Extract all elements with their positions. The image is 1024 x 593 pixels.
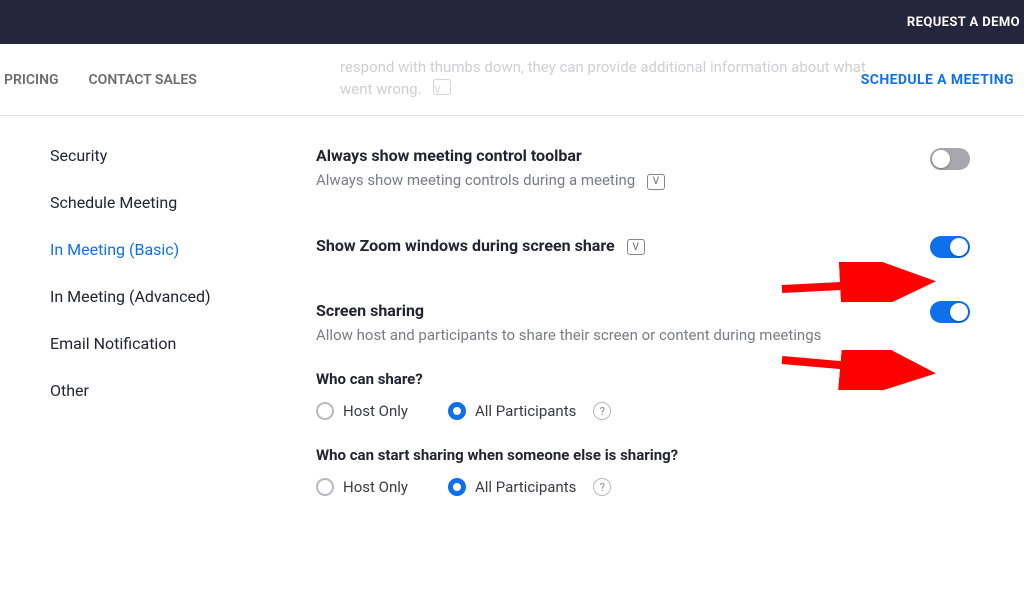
radio-label: Host Only — [343, 478, 408, 496]
who-can-start-question: Who can start sharing when someone else … — [316, 446, 996, 464]
setting-title: Show Zoom windows during screen share V — [316, 236, 996, 256]
toggle-always-toolbar[interactable] — [930, 148, 970, 170]
radio-icon — [448, 478, 466, 496]
radio-icon — [448, 402, 466, 420]
who-can-share-options: Host Only All Participants ? — [316, 402, 996, 420]
setting-desc: Always show meeting controls during a me… — [316, 171, 996, 190]
modified-badge-icon: V — [647, 174, 665, 190]
sidebar-item-security[interactable]: Security — [50, 146, 270, 165]
sidebar-item-schedule-meeting[interactable]: Schedule Meeting — [50, 193, 270, 212]
settings-content: Always show meeting control toolbar Alwa… — [316, 146, 996, 506]
toggle-show-zoom-windows[interactable] — [930, 236, 970, 258]
radio-host-only[interactable]: Host Only — [316, 402, 408, 420]
radio-icon — [316, 478, 334, 496]
request-demo-link[interactable]: REQUEST A DEMO — [907, 15, 1020, 30]
setting-always-toolbar: Always show meeting control toolbar Alwa… — [316, 146, 996, 190]
radio-icon — [316, 402, 334, 420]
sidebar-item-in-meeting-advanced[interactable]: In Meeting (Advanced) — [50, 287, 270, 306]
radio-all-participants[interactable]: All Participants ? — [448, 402, 611, 420]
nav-pricing[interactable]: PRICING — [4, 72, 59, 88]
help-icon[interactable]: ? — [593, 478, 611, 496]
radio-host-only-2[interactable]: Host Only — [316, 478, 408, 496]
radio-all-participants-2[interactable]: All Participants ? — [448, 478, 611, 496]
radio-label: All Participants — [475, 478, 576, 496]
toggle-screen-sharing[interactable] — [930, 301, 970, 323]
sidebar-item-in-meeting-basic[interactable]: In Meeting (Basic) — [50, 240, 270, 259]
who-can-start-options: Host Only All Participants ? — [316, 478, 996, 496]
sidebar-item-email-notification[interactable]: Email Notification — [50, 334, 270, 353]
settings-sidebar: Security Schedule Meeting In Meeting (Ba… — [50, 146, 270, 428]
who-can-share-question: Who can share? — [316, 370, 996, 388]
help-icon[interactable]: ? — [593, 402, 611, 420]
main-area: Security Schedule Meeting In Meeting (Ba… — [0, 116, 1024, 593]
radio-label: All Participants — [475, 402, 576, 420]
setting-screen-sharing: Screen sharing Allow host and participan… — [316, 301, 996, 496]
nav-contact-sales[interactable]: CONTACT SALES — [89, 72, 197, 88]
setting-title: Always show meeting control toolbar — [316, 146, 996, 165]
setting-desc: Allow host and participants to share the… — [316, 326, 996, 344]
top-bar: REQUEST A DEMO — [0, 0, 1024, 44]
setting-show-zoom-windows: Show Zoom windows during screen share V — [316, 236, 996, 256]
sidebar-item-other[interactable]: Other — [50, 381, 270, 400]
modified-badge-icon: V — [627, 239, 645, 255]
setting-title: Screen sharing — [316, 301, 996, 320]
subnav-bar: PRICING CONTACT SALES SCHEDULE A MEETING — [0, 44, 1024, 116]
schedule-meeting-link[interactable]: SCHEDULE A MEETING — [861, 72, 1014, 88]
radio-label: Host Only — [343, 402, 408, 420]
